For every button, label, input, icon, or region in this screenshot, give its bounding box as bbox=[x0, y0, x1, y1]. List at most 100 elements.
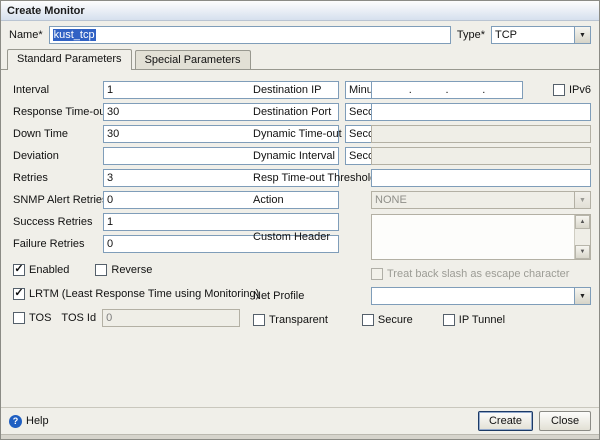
enabled-label: Enabled bbox=[29, 264, 70, 276]
treat-backslash-checkbox bbox=[371, 268, 383, 280]
lrtm-row: ✓ LRTM (Least Response Time using Monito… bbox=[13, 285, 259, 303]
create-button[interactable]: Create bbox=[477, 411, 533, 431]
destination-ip-input[interactable]: . . . bbox=[371, 81, 523, 99]
resp-timeout-threshold-label: Resp Time-out Threshold bbox=[253, 172, 377, 184]
titlebar: Create Monitor bbox=[1, 1, 599, 21]
treat-backslash-row: Treat back slash as escape character bbox=[371, 267, 591, 281]
custom-header-textarea[interactable]: ▲ ▼ bbox=[371, 214, 591, 260]
chevron-down-icon: ▼ bbox=[574, 288, 590, 304]
lrtm-label: LRTM (Least Response Time using Monitori… bbox=[29, 288, 260, 300]
help-icon: ? bbox=[9, 414, 22, 428]
custom-header-label: Custom Header bbox=[253, 231, 331, 243]
ip-tunnel-checkbox[interactable] bbox=[442, 314, 455, 326]
failure-retries-label: Failure Retries bbox=[13, 238, 85, 250]
type-select-value: TCP bbox=[495, 29, 517, 41]
snmp-alert-retries-row: SNMP Alert Retries bbox=[13, 191, 339, 209]
check-icon: ✓ bbox=[14, 287, 24, 299]
check-icon: ✓ bbox=[14, 263, 24, 275]
dynamic-timeout-input bbox=[371, 125, 591, 143]
transparent-secure-iptunnel-row: Transparent Secure IP Tunnel bbox=[253, 311, 591, 329]
tos-id-label: TOS Id bbox=[61, 312, 97, 324]
resp-timeout-threshold-input[interactable] bbox=[371, 169, 591, 187]
tos-row: TOS TOS Id bbox=[13, 309, 249, 327]
net-profile-row: Net Profile ▼ bbox=[253, 287, 591, 305]
transparent-checkbox[interactable] bbox=[253, 314, 265, 326]
treat-backslash-label: Treat back slash as escape character bbox=[387, 268, 570, 280]
retries-label: Retries bbox=[13, 172, 48, 184]
tab-special-parameters[interactable]: Special Parameters bbox=[134, 50, 251, 69]
net-profile-value bbox=[372, 288, 574, 304]
down-time-row: Down Time Seconds ▼ bbox=[13, 125, 421, 143]
close-button[interactable]: Close bbox=[539, 411, 591, 431]
left-column: Interval Minutes ▼ Response Time-out Sec… bbox=[13, 81, 421, 331]
ip-dot: . bbox=[482, 84, 486, 96]
scrollbar-track[interactable] bbox=[575, 229, 590, 245]
chevron-down-icon: ▼ bbox=[574, 27, 590, 43]
right-column: Destination IP . . . IPv6 Destination Po… bbox=[253, 81, 591, 333]
type-select[interactable]: TCP ▼ bbox=[491, 26, 591, 44]
chevron-down-icon: ▼ bbox=[574, 192, 590, 208]
ipv6-label: IPv6 bbox=[568, 84, 591, 96]
destination-ip-row: Destination IP . . . IPv6 bbox=[253, 81, 591, 99]
action-select-value: NONE bbox=[375, 194, 407, 206]
net-profile-select[interactable]: ▼ bbox=[371, 287, 591, 305]
tos-checkbox[interactable] bbox=[13, 312, 25, 324]
destination-port-row: Destination Port bbox=[253, 103, 591, 121]
ip-dot: . bbox=[445, 84, 449, 96]
create-monitor-dialog: Create Monitor Name* kust_tcp Type* TCP … bbox=[0, 0, 600, 440]
response-timeout-label: Response Time-out bbox=[13, 106, 109, 118]
dynamic-interval-label: Dynamic Interval bbox=[253, 150, 335, 162]
window-resize-edge bbox=[1, 434, 599, 439]
failure-retries-row: Failure Retries bbox=[13, 235, 339, 253]
custom-header-scrollbar[interactable]: ▲ ▼ bbox=[574, 215, 590, 259]
tabstrip: Standard Parameters Special Parameters bbox=[1, 48, 599, 70]
interval-row: Interval Minutes ▼ bbox=[13, 81, 421, 99]
lrtm-checkbox[interactable]: ✓ bbox=[13, 288, 25, 300]
dynamic-timeout-row: Dynamic Time-out bbox=[253, 125, 591, 143]
secure-label: Secure bbox=[377, 314, 413, 326]
scroll-down-icon[interactable]: ▼ bbox=[575, 245, 590, 259]
ip-dot: . bbox=[408, 84, 412, 96]
reverse-checkbox[interactable] bbox=[95, 264, 108, 276]
net-profile-label: Net Profile bbox=[253, 290, 305, 302]
scroll-up-icon[interactable]: ▲ bbox=[575, 215, 590, 229]
deviation-label: Deviation bbox=[13, 150, 59, 162]
tab-standard-parameters[interactable]: Standard Parameters bbox=[7, 49, 132, 70]
success-retries-label: Success Retries bbox=[13, 216, 93, 228]
enabled-checkbox[interactable]: ✓ bbox=[13, 264, 25, 276]
resp-timeout-threshold-row: Resp Time-out Threshold bbox=[253, 169, 591, 187]
name-input-selected-text: kust_tcp bbox=[52, 29, 96, 41]
action-label: Action bbox=[253, 194, 284, 206]
name-input[interactable]: kust_tcp bbox=[48, 26, 451, 44]
name-type-row: Name* kust_tcp Type* TCP ▼ bbox=[1, 21, 599, 48]
destination-ip-label: Destination IP bbox=[253, 84, 322, 96]
retries-row: Retries bbox=[13, 169, 339, 187]
secure-checkbox[interactable] bbox=[361, 314, 374, 326]
footer: ? Help Create Close bbox=[1, 407, 599, 434]
help-link[interactable]: ? Help bbox=[9, 414, 49, 428]
down-time-label: Down Time bbox=[13, 128, 69, 140]
action-row: Action NONE ▼ bbox=[253, 191, 591, 209]
reverse-label: Reverse bbox=[111, 264, 153, 276]
tos-label: TOS bbox=[29, 312, 52, 324]
enabled-reverse-row: ✓ Enabled Reverse bbox=[13, 261, 249, 279]
standard-parameters-panel: Interval Minutes ▼ Response Time-out Sec… bbox=[1, 70, 599, 407]
type-label: Type* bbox=[456, 29, 485, 41]
action-select: NONE ▼ bbox=[371, 191, 591, 209]
transparent-label: Transparent bbox=[269, 314, 328, 326]
interval-label: Interval bbox=[13, 84, 50, 96]
window-title: Create Monitor bbox=[7, 4, 85, 17]
custom-header-text bbox=[372, 215, 574, 259]
success-retries-row: Success Retries bbox=[13, 213, 339, 231]
custom-header-row: Custom Header ▲ ▼ bbox=[253, 213, 591, 261]
help-label: Help bbox=[26, 415, 49, 427]
ipv6-checkbox[interactable] bbox=[552, 84, 565, 96]
tos-id-input bbox=[102, 309, 241, 327]
destination-port-label: Destination Port bbox=[253, 106, 332, 118]
ip-tunnel-label: IP Tunnel bbox=[458, 314, 506, 326]
snmp-alert-retries-label: SNMP Alert Retries bbox=[13, 194, 108, 206]
deviation-row: Deviation Seconds ▼ bbox=[13, 147, 421, 165]
dynamic-timeout-label: Dynamic Time-out bbox=[253, 128, 342, 140]
destination-port-input[interactable] bbox=[371, 103, 591, 121]
dynamic-interval-input bbox=[371, 147, 591, 165]
